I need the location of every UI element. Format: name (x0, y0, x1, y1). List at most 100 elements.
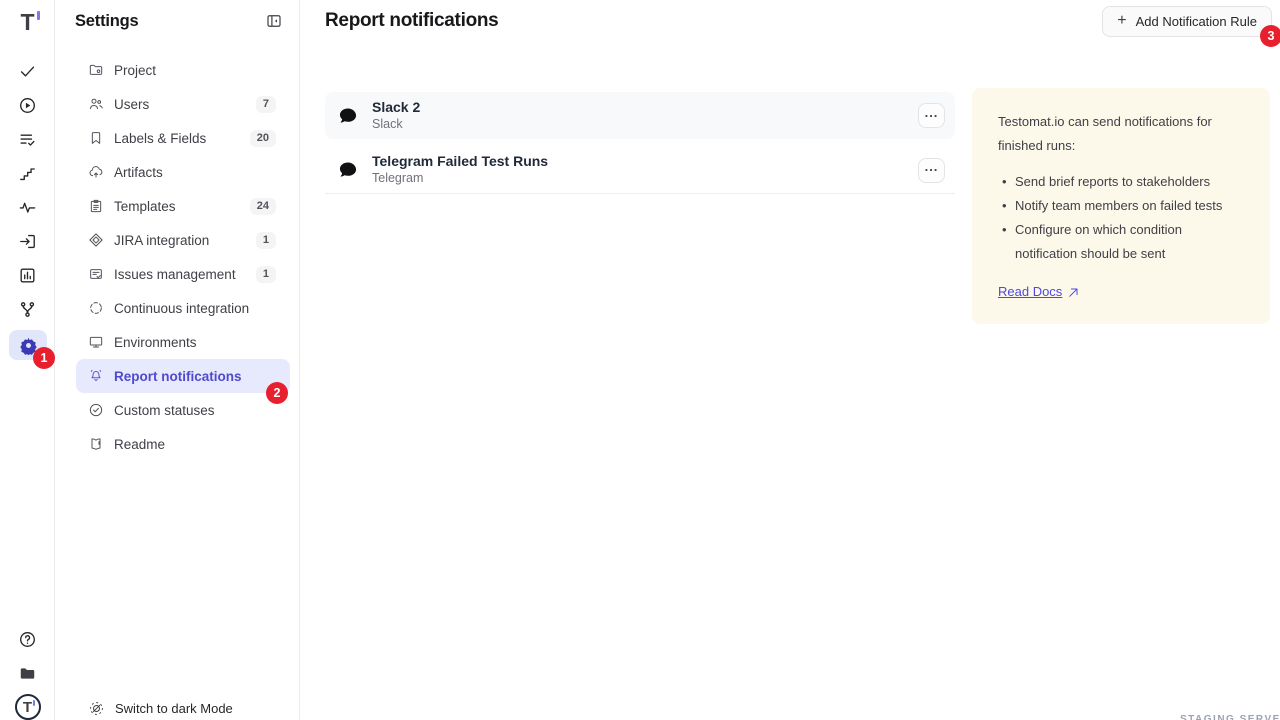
import-box-icon (18, 232, 37, 251)
app-logo[interactable]: T (0, 8, 55, 36)
folder-icon (18, 664, 37, 683)
page-title: Report notifications (325, 10, 498, 32)
count-badge: 1 (256, 232, 276, 249)
notifications-info-panel: Testomat.io can send notifications for f… (972, 88, 1270, 324)
sidebar-item-label: Custom statuses (114, 403, 276, 418)
sun-dim-icon (88, 700, 105, 717)
monitor-icon (88, 334, 104, 350)
sidebar-item-readme[interactable]: Readme (76, 427, 290, 461)
sidebar-item-jira-integration[interactable]: JIRA integration 1 (76, 223, 290, 257)
cloud-upload-icon (88, 164, 104, 180)
sidebar-item-project[interactable]: Project (76, 53, 290, 87)
sidebar-item-issues-management[interactable]: Issues management 1 (76, 257, 290, 291)
users-icon (88, 96, 104, 112)
ci-puzzle-icon (88, 300, 104, 316)
settings-menu: Project Users 7 Labels & Fields 20 Artif… (55, 53, 300, 461)
rail-item-pulse[interactable] (0, 195, 55, 219)
sidebar-item-labels-fields[interactable]: Labels & Fields 20 (76, 121, 290, 155)
jira-icon (88, 232, 104, 248)
sidebar-item-label: Artifacts (114, 165, 276, 180)
rail-item-tests[interactable] (0, 59, 55, 83)
sidebar-item-label: Readme (114, 437, 276, 452)
bottom-right-cutoff-text: STAGING SERVER (1180, 714, 1280, 720)
chat-bubble-icon (337, 159, 359, 181)
sidebar-item-environments[interactable]: Environments (76, 325, 290, 359)
sidebar-item-artifacts[interactable]: Artifacts (76, 155, 290, 189)
sidebar-item-report-notifications[interactable]: Report notifications (76, 359, 290, 393)
rail-item-branches[interactable] (0, 297, 55, 321)
bell-icon (88, 368, 104, 384)
rule-type: Telegram (372, 170, 918, 188)
folder-gear-icon (88, 62, 104, 78)
steps-icon (18, 164, 37, 183)
sidebar-item-custom-statuses[interactable]: Custom statuses (76, 393, 290, 427)
count-badge: 24 (250, 198, 276, 215)
info-bullet-list: Send brief reports to stakeholders Notif… (1002, 170, 1244, 266)
rail-item-plans[interactable] (0, 127, 55, 151)
issues-card-icon (88, 266, 104, 282)
chat-bubble-icon (337, 105, 359, 127)
rule-menu-button[interactable]: ... (918, 103, 945, 128)
rail-item-projects[interactable] (0, 661, 55, 685)
play-circle-icon (18, 96, 37, 115)
circle-check-icon (88, 402, 104, 418)
rail-item-import[interactable] (0, 229, 55, 253)
count-badge: 20 (250, 130, 276, 147)
external-link-arrow-icon (1067, 286, 1080, 299)
rule-menu-button[interactable]: ... (918, 158, 945, 183)
branch-icon (18, 300, 37, 319)
sidebar-item-label: Continuous integration (114, 301, 276, 316)
read-docs-link[interactable]: Read Docs (998, 280, 1080, 304)
book-open-icon (88, 436, 104, 452)
collapse-sidebar-button[interactable] (263, 10, 285, 32)
clipboard-icon (88, 198, 104, 214)
sidebar-item-label: Labels & Fields (114, 131, 250, 146)
tour-step-badge-2[interactable]: 2 (266, 382, 288, 404)
sidebar-item-label: Environments (114, 335, 276, 350)
read-docs-label: Read Docs (998, 280, 1062, 304)
count-badge: 7 (256, 96, 276, 113)
sidebar-item-label: Project (114, 63, 276, 78)
list-check-icon (18, 130, 37, 149)
rule-name: Telegram Failed Test Runs (372, 152, 918, 170)
main-content: Report notifications + Add Notification … (300, 0, 1280, 720)
rail-item-analytics[interactable] (0, 263, 55, 287)
rule-row-telegram[interactable]: Telegram Failed Test Runs Telegram ... (325, 147, 955, 194)
testomat-logo-icon: T (20, 11, 34, 34)
avatar-logo-icon: T (15, 694, 41, 720)
tour-step-badge-1[interactable]: 1 (33, 347, 55, 369)
count-badge: 1 (256, 266, 276, 283)
rail-item-runs[interactable] (0, 93, 55, 117)
check-icon (18, 62, 37, 81)
sidebar-item-templates[interactable]: Templates 24 (76, 189, 290, 223)
sidebar-item-label: Users (114, 97, 256, 112)
dark-mode-toggle[interactable]: Switch to dark Mode (88, 700, 233, 717)
info-intro: Testomat.io can send notifications for f… (998, 110, 1244, 158)
add-button-label: Add Notification Rule (1136, 14, 1257, 29)
rail-item-milestones[interactable] (0, 161, 55, 185)
bookmark-icon (88, 130, 104, 146)
rule-row-slack[interactable]: Slack 2 Slack ... (325, 92, 955, 139)
rule-name: Slack 2 (372, 98, 918, 116)
sidebar-item-label: Templates (114, 199, 250, 214)
user-avatar[interactable]: T (0, 693, 55, 720)
pulse-icon (18, 198, 37, 217)
sidebar-title: Settings (75, 12, 139, 31)
sidebar-item-continuous-integration[interactable]: Continuous integration (76, 291, 290, 325)
bar-chart-icon (18, 266, 37, 285)
panel-collapse-icon (265, 12, 283, 30)
add-notification-rule-button[interactable]: + Add Notification Rule (1102, 6, 1272, 37)
plus-icon: + (1117, 13, 1126, 29)
sidebar-item-label: Issues management (114, 267, 256, 282)
sidebar-item-label: Report notifications (114, 369, 276, 384)
help-circle-icon (18, 630, 37, 649)
info-bullet: Send brief reports to stakeholders (1002, 170, 1244, 194)
dark-mode-label: Switch to dark Mode (115, 701, 233, 716)
tour-step-badge-3[interactable]: 3 (1260, 25, 1280, 47)
sidebar-item-users[interactable]: Users 7 (76, 87, 290, 121)
rule-type: Slack (372, 116, 918, 134)
sidebar-item-label: JIRA integration (114, 233, 256, 248)
rail-item-help[interactable] (0, 627, 55, 651)
settings-sidebar: Settings Project Users 7 Labels & Fields… (55, 0, 300, 720)
notification-rules-list: Slack 2 Slack ... Telegram Failed Test R… (325, 92, 955, 194)
